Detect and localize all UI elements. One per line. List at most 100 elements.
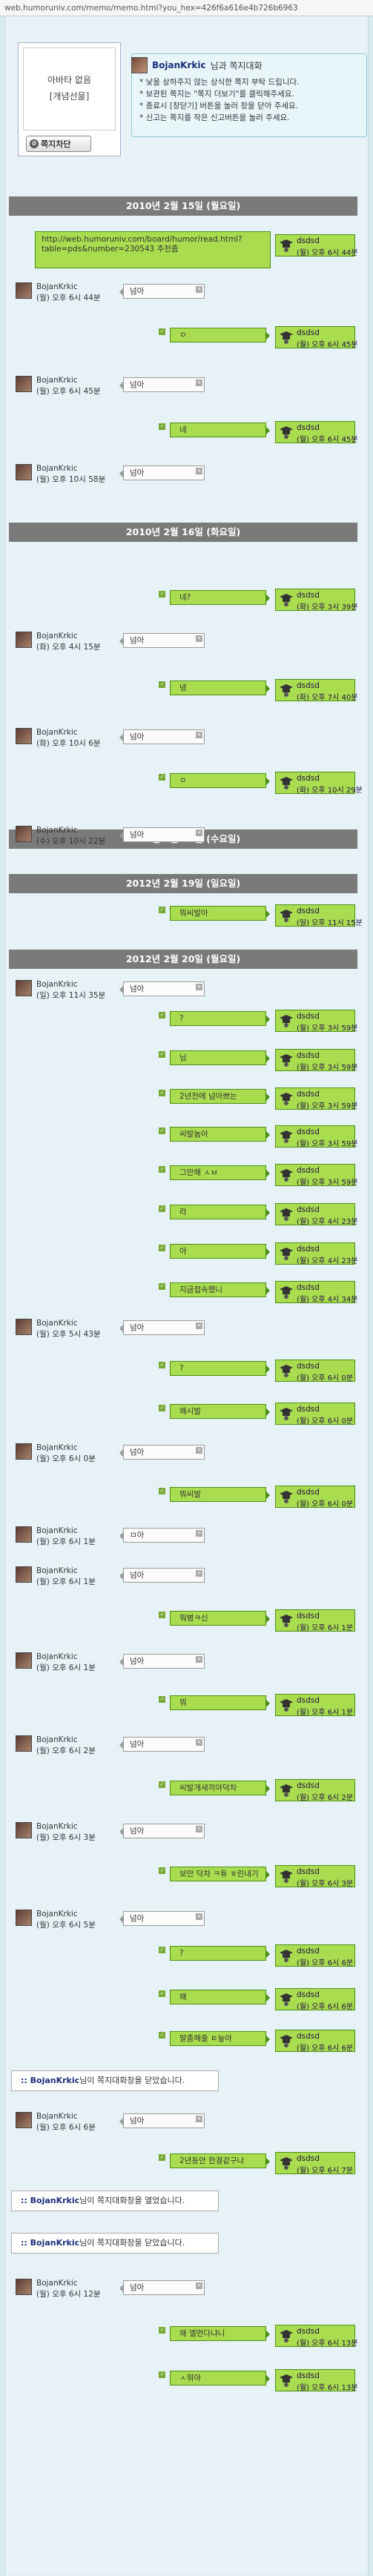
sender-name[interactable]: BojanKrkic [36,282,78,291]
sender-name[interactable]: BojanKrkic [36,1652,78,1661]
sender-card: dsdsd (월) 오후 3시 59분 [275,1087,358,1110]
sender-name[interactable]: dsdsd [297,1488,320,1497]
sender-name[interactable]: dsdsd [297,1051,320,1060]
sender-card: dsdsd (월) 오후 6시 6분 [275,2030,355,2053]
sender-name[interactable]: dsdsd [297,1166,320,1175]
report-icon[interactable]: × [196,1656,202,1663]
message-time: (월) 오후 6시 44분 [297,249,358,257]
sender-name[interactable]: BojanKrkic [36,1443,78,1452]
notice-user: :: BojanKrkic [21,2076,80,2085]
sender-card: dsdsd (월) 오후 6시 0분 [275,1403,355,1426]
sender-avatar [16,376,32,392]
sender-name[interactable]: BojanKrkic [36,1822,78,1831]
message-bubble: 말좀해줄 ㅌ늪아 ✓ [159,2031,270,2046]
sent-message: dsdsd (화) 오후 7시 40분 넹 ✓ [5,679,361,703]
sender-name[interactable]: BojanKrkic [36,1735,78,1744]
report-icon[interactable]: × [196,984,202,990]
sender-name[interactable]: dsdsd [297,1245,320,1254]
message-time: (월) 오후 6시 45분 [297,341,358,349]
sender-name[interactable]: BojanKrkic [36,632,78,640]
report-icon[interactable]: × [196,2282,202,2289]
sender-name[interactable]: dsdsd [297,1283,320,1292]
sender-card: dsdsd (월) 오후 6시 45분 [275,326,358,349]
sender-name[interactable]: BojanKrkic [36,980,78,989]
sender-name[interactable]: dsdsd [297,2371,320,2380]
sender-card: dsdsd (월) 오후 6시 6분 [275,1944,355,1967]
sender-name[interactable]: dsdsd [297,1205,320,1214]
sender-name[interactable]: dsdsd [297,2327,320,2336]
gift-link[interactable]: [개념선물] [24,88,115,105]
sender-name[interactable]: dsdsd [297,1090,320,1099]
sender-name[interactable]: dsdsd [297,1867,320,1876]
message-time: (월) 오후 3시 59분 [297,1179,358,1187]
report-icon[interactable]: × [196,830,202,836]
url-text: web.humoruniv.com/memo/memo.html?you_hex… [4,3,298,13]
report-icon[interactable]: × [196,635,202,642]
message-time: (월) 오후 6시 1분 [36,1577,96,1586]
sender-name[interactable]: dsdsd [297,1612,320,1620]
sender-name[interactable]: dsdsd [297,907,320,915]
sender-name[interactable]: dsdsd [297,1781,320,1790]
sender-name[interactable]: dsdsd [297,2154,320,2163]
sender-name[interactable]: dsdsd [297,2032,320,2041]
sender-name[interactable]: BojanKrkic [36,826,78,835]
report-icon[interactable]: × [196,1530,202,1537]
message-time: (화) 오후 10시 29분 [297,787,363,795]
message-time: (월) 오후 3시 59분 [297,1102,358,1110]
sender-name[interactable]: BojanKrkic [36,376,78,385]
message-bubble: 넹 ✓ [159,681,270,695]
message-time: (월) 오후 5시 43분 [36,1330,101,1339]
sender-name[interactable]: dsdsd [297,681,320,690]
sender-avatar [16,1443,32,1460]
sender-name[interactable]: BojanKrkic [36,2279,78,2288]
check-icon: ✓ [159,1166,165,1173]
sender-name[interactable]: dsdsd [297,1012,320,1021]
sender-avatar [16,1910,32,1926]
sender-name[interactable]: dsdsd [297,1696,320,1705]
report-icon[interactable]: × [196,1570,202,1577]
message-time: (월) 오후 3시 59분 [297,1140,358,1148]
message-time: (월) 오후 6시 6분 [297,1959,354,1967]
report-icon[interactable]: × [196,380,202,386]
report-icon[interactable]: × [196,1739,202,1746]
check-icon: ✓ [159,1781,165,1788]
check-icon: ✓ [159,1090,165,1096]
message-bubble: 씨발개새끼야덕차 ✓ [159,1781,270,1795]
sender-name[interactable]: dsdsd [297,1128,320,1136]
sender-avatar [16,826,32,842]
sender-name[interactable]: dsdsd [297,1947,320,1956]
block-button[interactable]: ⊘ 쪽지차단 [26,136,91,152]
report-icon[interactable]: × [196,286,202,293]
sender-name[interactable]: BojanKrkic [36,2112,78,2121]
report-icon[interactable]: × [196,2116,202,2122]
report-icon[interactable]: × [196,468,202,474]
report-icon[interactable]: × [196,1826,202,1832]
sender-name[interactable]: BojanKrkic [36,464,78,473]
sender-name[interactable]: BojanKrkic [36,1319,78,1328]
sender-name[interactable]: BojanKrkic [36,1566,78,1575]
info-line: * 보관된 쪽지는 "쪽지 더보기"를 클릭해주세요. [139,90,294,99]
sender-name[interactable]: dsdsd [297,1405,320,1414]
sender-name[interactable]: BojanKrkic [36,728,78,737]
sender-name[interactable]: dsdsd [297,591,320,600]
check-icon: ✓ [159,1283,165,1290]
message-bubble: 아 ✓ [159,1244,270,1259]
check-icon: ✓ [159,423,165,430]
info-line: * 종료시 [창닫기] 버튼을 눌러 창을 닫아 주세요. [139,102,299,110]
message-time: (월) 오후 6시 5분 [36,1921,96,1930]
sender-name[interactable]: dsdsd [297,1990,320,1999]
sender-name[interactable]: dsdsd [297,236,320,245]
message-time: (월) 오후 6시 1분 [36,1537,96,1546]
sender-name[interactable]: dsdsd [297,774,320,783]
address-bar[interactable]: web.humoruniv.com/memo/memo.html?you_hex… [0,0,373,16]
sender-name[interactable]: dsdsd [297,328,320,337]
message-time: (월) 오후 3시 59분 [297,1024,358,1033]
sender-name[interactable]: dsdsd [297,423,320,432]
report-icon[interactable]: × [196,732,202,738]
sender-name[interactable]: BojanKrkic [36,1526,78,1535]
sender-name[interactable]: dsdsd [297,1362,320,1371]
sender-name[interactable]: BojanKrkic [36,1910,78,1918]
report-icon[interactable]: × [196,1322,202,1329]
report-icon[interactable]: × [196,1913,202,1920]
report-icon[interactable]: × [196,1447,202,1454]
